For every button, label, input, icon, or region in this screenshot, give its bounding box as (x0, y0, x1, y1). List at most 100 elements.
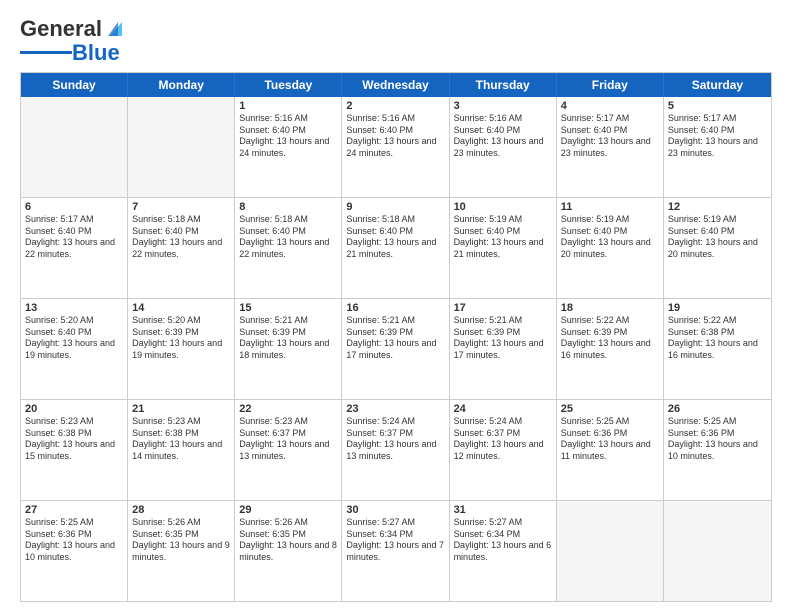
day-number: 16 (346, 302, 444, 314)
calendar-day-empty (664, 501, 771, 601)
day-info: Sunrise: 5:19 AM Sunset: 6:40 PM Dayligh… (668, 214, 767, 261)
day-number: 21 (132, 403, 230, 415)
calendar-day-empty (128, 97, 235, 197)
calendar-day-11: 11Sunrise: 5:19 AM Sunset: 6:40 PM Dayli… (557, 198, 664, 298)
calendar-day-16: 16Sunrise: 5:21 AM Sunset: 6:39 PM Dayli… (342, 299, 449, 399)
day-info: Sunrise: 5:23 AM Sunset: 6:37 PM Dayligh… (239, 416, 337, 463)
day-number: 22 (239, 403, 337, 415)
calendar-day-20: 20Sunrise: 5:23 AM Sunset: 6:38 PM Dayli… (21, 400, 128, 500)
calendar-header-wednesday: Wednesday (342, 73, 449, 97)
calendar-week-3: 13Sunrise: 5:20 AM Sunset: 6:40 PM Dayli… (21, 298, 771, 399)
day-number: 15 (239, 302, 337, 314)
day-info: Sunrise: 5:27 AM Sunset: 6:34 PM Dayligh… (346, 517, 444, 564)
day-number: 3 (454, 100, 552, 112)
day-number: 12 (668, 201, 767, 213)
logo-blue: Blue (72, 42, 120, 64)
day-number: 19 (668, 302, 767, 314)
day-info: Sunrise: 5:23 AM Sunset: 6:38 PM Dayligh… (25, 416, 123, 463)
calendar-day-22: 22Sunrise: 5:23 AM Sunset: 6:37 PM Dayli… (235, 400, 342, 500)
day-number: 17 (454, 302, 552, 314)
day-info: Sunrise: 5:19 AM Sunset: 6:40 PM Dayligh… (561, 214, 659, 261)
calendar-header-saturday: Saturday (664, 73, 771, 97)
logo-underline (20, 51, 72, 54)
day-number: 23 (346, 403, 444, 415)
day-number: 24 (454, 403, 552, 415)
day-number: 27 (25, 504, 123, 516)
day-info: Sunrise: 5:25 AM Sunset: 6:36 PM Dayligh… (668, 416, 767, 463)
day-info: Sunrise: 5:25 AM Sunset: 6:36 PM Dayligh… (25, 517, 123, 564)
calendar-header-thursday: Thursday (450, 73, 557, 97)
day-number: 20 (25, 403, 123, 415)
day-number: 29 (239, 504, 337, 516)
day-info: Sunrise: 5:26 AM Sunset: 6:35 PM Dayligh… (239, 517, 337, 564)
calendar-day-3: 3Sunrise: 5:16 AM Sunset: 6:40 PM Daylig… (450, 97, 557, 197)
day-number: 31 (454, 504, 552, 516)
calendar-day-28: 28Sunrise: 5:26 AM Sunset: 6:35 PM Dayli… (128, 501, 235, 601)
calendar-day-9: 9Sunrise: 5:18 AM Sunset: 6:40 PM Daylig… (342, 198, 449, 298)
logo: General Blue (20, 16, 126, 64)
calendar-header-tuesday: Tuesday (235, 73, 342, 97)
day-info: Sunrise: 5:16 AM Sunset: 6:40 PM Dayligh… (346, 113, 444, 160)
calendar-day-13: 13Sunrise: 5:20 AM Sunset: 6:40 PM Dayli… (21, 299, 128, 399)
day-number: 26 (668, 403, 767, 415)
calendar-day-12: 12Sunrise: 5:19 AM Sunset: 6:40 PM Dayli… (664, 198, 771, 298)
day-number: 11 (561, 201, 659, 213)
day-number: 30 (346, 504, 444, 516)
day-info: Sunrise: 5:22 AM Sunset: 6:38 PM Dayligh… (668, 315, 767, 362)
day-info: Sunrise: 5:19 AM Sunset: 6:40 PM Dayligh… (454, 214, 552, 261)
day-number: 7 (132, 201, 230, 213)
day-number: 2 (346, 100, 444, 112)
day-number: 25 (561, 403, 659, 415)
day-number: 13 (25, 302, 123, 314)
day-number: 5 (668, 100, 767, 112)
calendar-day-6: 6Sunrise: 5:17 AM Sunset: 6:40 PM Daylig… (21, 198, 128, 298)
calendar-day-21: 21Sunrise: 5:23 AM Sunset: 6:38 PM Dayli… (128, 400, 235, 500)
day-number: 1 (239, 100, 337, 112)
day-info: Sunrise: 5:22 AM Sunset: 6:39 PM Dayligh… (561, 315, 659, 362)
day-info: Sunrise: 5:26 AM Sunset: 6:35 PM Dayligh… (132, 517, 230, 564)
page-header: General Blue (20, 16, 772, 64)
logo-general: General (20, 16, 102, 42)
day-info: Sunrise: 5:18 AM Sunset: 6:40 PM Dayligh… (239, 214, 337, 261)
calendar-day-23: 23Sunrise: 5:24 AM Sunset: 6:37 PM Dayli… (342, 400, 449, 500)
calendar-day-29: 29Sunrise: 5:26 AM Sunset: 6:35 PM Dayli… (235, 501, 342, 601)
calendar-day-empty (21, 97, 128, 197)
calendar-day-1: 1Sunrise: 5:16 AM Sunset: 6:40 PM Daylig… (235, 97, 342, 197)
day-number: 18 (561, 302, 659, 314)
calendar-header: SundayMondayTuesdayWednesdayThursdayFrid… (21, 73, 771, 97)
day-info: Sunrise: 5:16 AM Sunset: 6:40 PM Dayligh… (454, 113, 552, 160)
day-info: Sunrise: 5:25 AM Sunset: 6:36 PM Dayligh… (561, 416, 659, 463)
calendar-day-30: 30Sunrise: 5:27 AM Sunset: 6:34 PM Dayli… (342, 501, 449, 601)
calendar-day-15: 15Sunrise: 5:21 AM Sunset: 6:39 PM Dayli… (235, 299, 342, 399)
day-info: Sunrise: 5:21 AM Sunset: 6:39 PM Dayligh… (346, 315, 444, 362)
logo-icon (104, 18, 126, 40)
calendar-day-25: 25Sunrise: 5:25 AM Sunset: 6:36 PM Dayli… (557, 400, 664, 500)
day-info: Sunrise: 5:23 AM Sunset: 6:38 PM Dayligh… (132, 416, 230, 463)
calendar-day-31: 31Sunrise: 5:27 AM Sunset: 6:34 PM Dayli… (450, 501, 557, 601)
calendar: SundayMondayTuesdayWednesdayThursdayFrid… (20, 72, 772, 602)
day-info: Sunrise: 5:24 AM Sunset: 6:37 PM Dayligh… (346, 416, 444, 463)
calendar-day-27: 27Sunrise: 5:25 AM Sunset: 6:36 PM Dayli… (21, 501, 128, 601)
calendar-day-5: 5Sunrise: 5:17 AM Sunset: 6:40 PM Daylig… (664, 97, 771, 197)
day-info: Sunrise: 5:17 AM Sunset: 6:40 PM Dayligh… (561, 113, 659, 160)
calendar-week-2: 6Sunrise: 5:17 AM Sunset: 6:40 PM Daylig… (21, 197, 771, 298)
day-info: Sunrise: 5:20 AM Sunset: 6:40 PM Dayligh… (25, 315, 123, 362)
day-info: Sunrise: 5:21 AM Sunset: 6:39 PM Dayligh… (239, 315, 337, 362)
calendar-day-8: 8Sunrise: 5:18 AM Sunset: 6:40 PM Daylig… (235, 198, 342, 298)
day-info: Sunrise: 5:16 AM Sunset: 6:40 PM Dayligh… (239, 113, 337, 160)
calendar-day-7: 7Sunrise: 5:18 AM Sunset: 6:40 PM Daylig… (128, 198, 235, 298)
day-info: Sunrise: 5:18 AM Sunset: 6:40 PM Dayligh… (132, 214, 230, 261)
calendar-week-1: 1Sunrise: 5:16 AM Sunset: 6:40 PM Daylig… (21, 97, 771, 197)
calendar-day-18: 18Sunrise: 5:22 AM Sunset: 6:39 PM Dayli… (557, 299, 664, 399)
calendar-day-2: 2Sunrise: 5:16 AM Sunset: 6:40 PM Daylig… (342, 97, 449, 197)
calendar-day-4: 4Sunrise: 5:17 AM Sunset: 6:40 PM Daylig… (557, 97, 664, 197)
calendar-body: 1Sunrise: 5:16 AM Sunset: 6:40 PM Daylig… (21, 97, 771, 601)
day-number: 4 (561, 100, 659, 112)
calendar-day-19: 19Sunrise: 5:22 AM Sunset: 6:38 PM Dayli… (664, 299, 771, 399)
day-info: Sunrise: 5:18 AM Sunset: 6:40 PM Dayligh… (346, 214, 444, 261)
calendar-header-sunday: Sunday (21, 73, 128, 97)
day-number: 14 (132, 302, 230, 314)
day-number: 9 (346, 201, 444, 213)
day-number: 8 (239, 201, 337, 213)
calendar-header-monday: Monday (128, 73, 235, 97)
